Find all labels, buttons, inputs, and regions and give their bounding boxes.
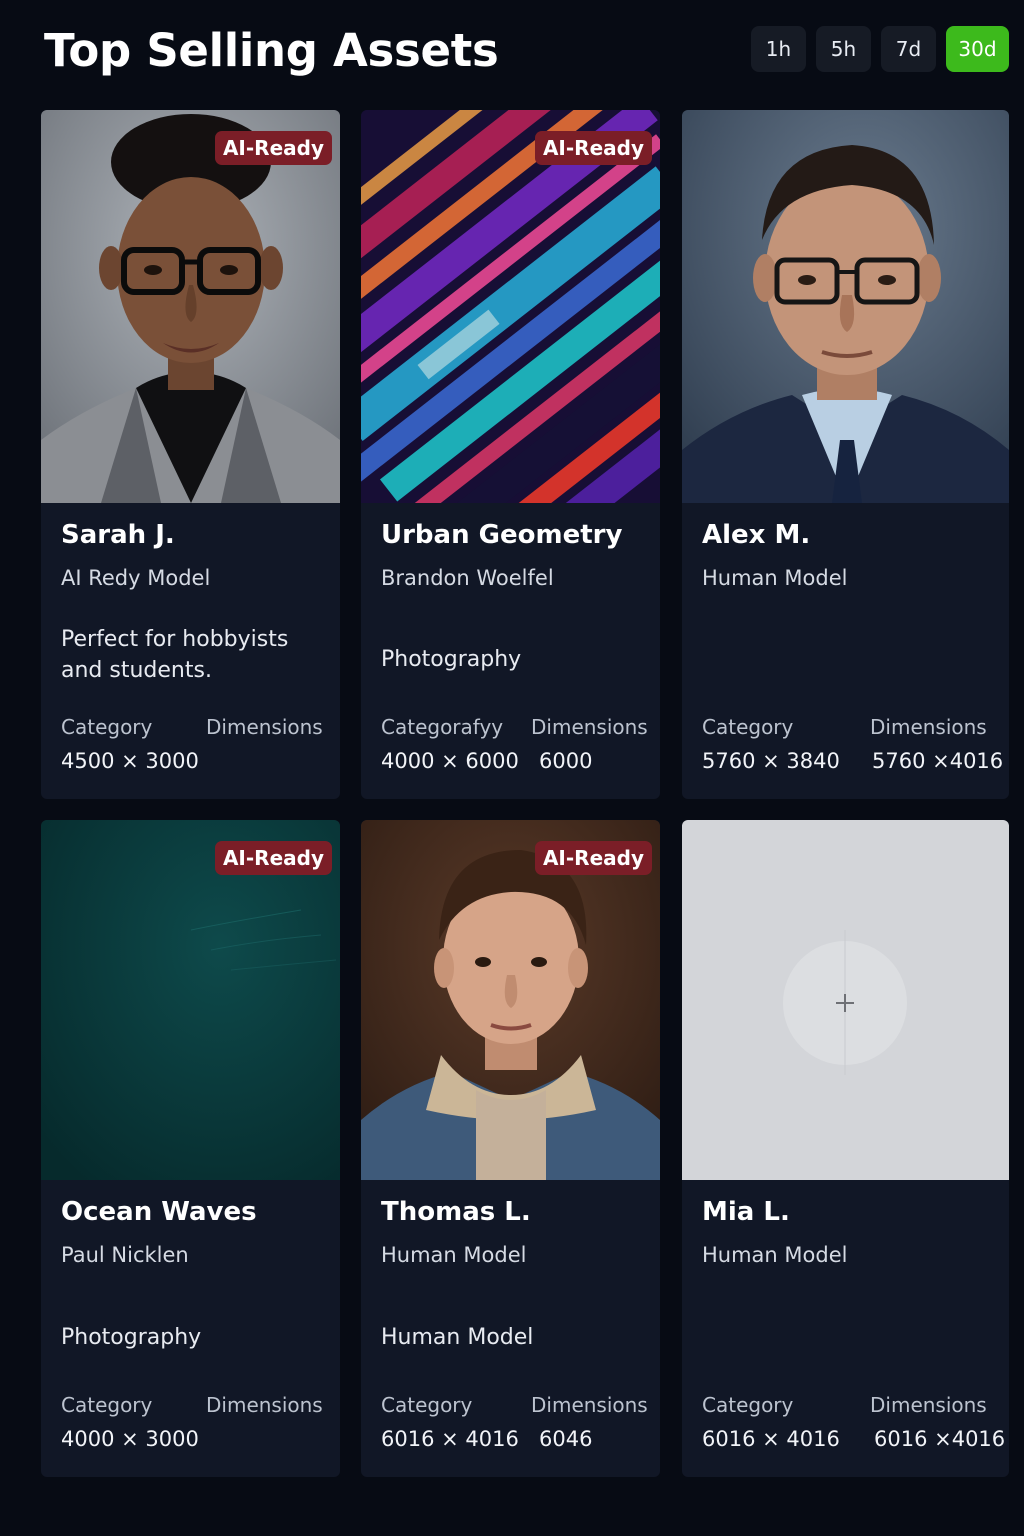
category-value: 4500 × 3000 [61, 749, 199, 773]
dimensions-value: 6000 [539, 749, 593, 773]
asset-description: Photography [61, 1325, 202, 1350]
category-value: 6016 × 4016 [702, 1427, 840, 1451]
asset-image-ocean[interactable]: AI-Ready [41, 820, 340, 1180]
asset-image-abstract-geometry[interactable]: AI-Ready [361, 110, 660, 503]
asset-subtitle: Paul Nicklen [61, 1243, 189, 1267]
category-value: 4000 × 6000 [381, 749, 519, 773]
ai-ready-badge: AI-Ready [534, 841, 652, 875]
asset-subtitle: Brandon Woelfel [381, 566, 554, 590]
time-filter-30d[interactable]: 30d [946, 26, 1009, 72]
asset-name[interactable]: Thomas L. [381, 1197, 531, 1227]
asset-image-portrait-man[interactable] [682, 110, 1009, 503]
asset-card-alex[interactable]: Alex M. Human Model Category Dimensions … [682, 110, 1009, 799]
asset-name[interactable]: Sarah J. [61, 520, 175, 550]
time-filter-5h[interactable]: 5h [816, 26, 871, 72]
time-filter-group: 1h 5h 7d 30d [751, 26, 1009, 72]
ai-ready-badge: AI-Ready [214, 131, 332, 165]
dimensions-value: 5760 ×4016 [872, 749, 1004, 773]
asset-subtitle: Human Model [702, 566, 848, 590]
category-label: Category [381, 1393, 473, 1417]
asset-name[interactable]: Alex M. [702, 520, 810, 550]
time-filter-7d[interactable]: 7d [881, 26, 936, 72]
dimensions-label: Dimensions [206, 1393, 323, 1417]
category-label: Category [702, 1393, 794, 1417]
dimensions-label: Dimensions [531, 715, 648, 739]
dimensions-value: 6016 ×4016 [874, 1427, 1006, 1451]
asset-card-sarah[interactable]: AI-Ready Sarah J. AI Redy Model Perfect … [41, 110, 340, 799]
category-label: Category [61, 715, 153, 739]
asset-image-portrait-woman[interactable]: AI-Ready [41, 110, 340, 503]
asset-subtitle: Human Model [381, 1243, 527, 1267]
page-title: Top Selling Assets [44, 24, 499, 77]
asset-description: Perfect for hobbyists and students. [61, 627, 289, 683]
dimensions-label: Dimensions [206, 715, 323, 739]
category-label: Categorafyy [381, 715, 504, 739]
asset-card-urban-geometry[interactable]: AI-Ready Urban Geometry Brandon Woelfel … [361, 110, 660, 799]
ai-ready-badge: AI-Ready [214, 841, 332, 875]
category-label: Category [702, 715, 794, 739]
asset-image-portrait-young-man[interactable]: AI-Ready [361, 820, 660, 1180]
asset-image-placeholder[interactable] [682, 820, 1009, 1180]
asset-subtitle: Human Model [702, 1243, 848, 1267]
asset-name[interactable]: Ocean Waves [61, 1197, 257, 1227]
asset-card-mia[interactable]: Mia L. Human Model Category Dimensions 6… [682, 820, 1009, 1477]
category-label: Category [61, 1393, 153, 1417]
asset-description: Photography [381, 647, 522, 672]
asset-description: Human Model [381, 1325, 534, 1350]
time-filter-1h[interactable]: 1h [751, 26, 806, 72]
asset-name[interactable]: Mia L. [702, 1197, 790, 1227]
asset-name[interactable]: Urban Geometry [381, 520, 622, 550]
dimensions-label: Dimensions [531, 1393, 648, 1417]
dimensions-label: Dimensions [870, 715, 987, 739]
category-value: 6016 × 4016 [381, 1427, 519, 1451]
dimensions-label: Dimensions [870, 1393, 987, 1417]
asset-card-thomas[interactable]: AI-Ready Thomas L. Human Model Human Mod… [361, 820, 660, 1477]
category-value: 4000 × 3000 [61, 1427, 199, 1451]
asset-card-ocean-waves[interactable]: AI-Ready Ocean Waves Paul Nicklen Photog… [41, 820, 340, 1477]
ai-ready-badge: AI-Ready [534, 131, 652, 165]
category-value: 5760 × 3840 [702, 749, 840, 773]
asset-subtitle: AI Redy Model [61, 566, 211, 590]
dimensions-value: 6046 [539, 1427, 593, 1451]
